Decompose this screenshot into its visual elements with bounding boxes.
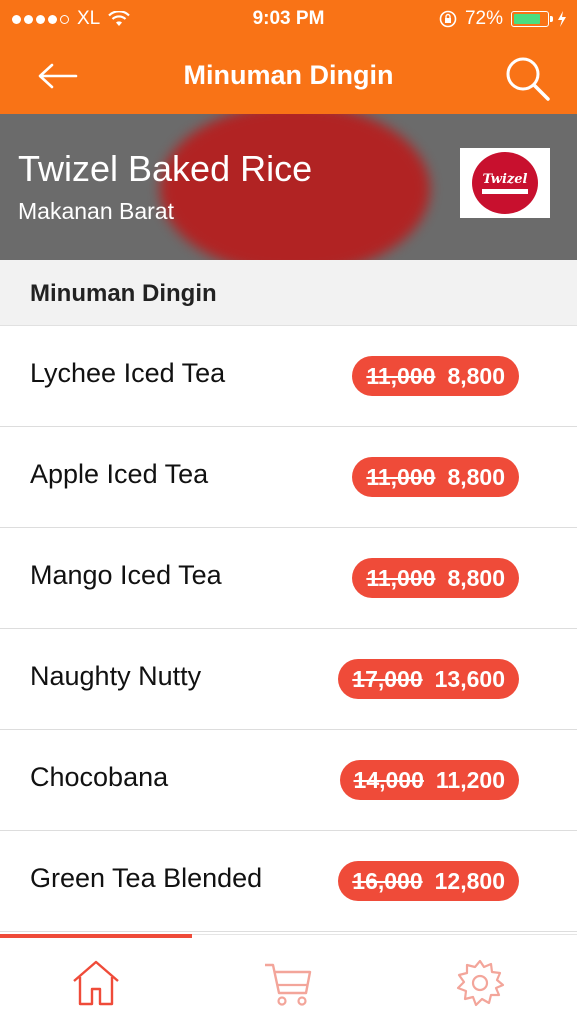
old-price: 16,000 [352, 867, 423, 894]
battery-icon [511, 11, 553, 27]
top-bar: XL 9:03 PM 72% Minuman Dingin [0, 0, 577, 114]
battery-group: 72% [439, 8, 567, 30]
search-icon[interactable] [503, 54, 551, 102]
price-badge: 14,000 11,200 [339, 760, 519, 800]
price-badge: 11,000 8,800 [352, 457, 519, 497]
item-name: Apple Iced Tea [30, 459, 209, 489]
menu-item[interactable]: Mango Iced Tea 11,000 8,800 [0, 528, 577, 629]
menu-item[interactable]: Lychee Iced Tea 11,000 8,800 [0, 326, 577, 427]
item-name: Mango Iced Tea [30, 560, 222, 590]
price-badge: 11,000 8,800 [352, 558, 519, 598]
new-price: 12,800 [434, 867, 505, 894]
restaurant-logo: Twizel [460, 148, 550, 218]
old-price: 11,000 [366, 463, 436, 490]
restaurant-name: Twizel Baked Rice [18, 148, 313, 189]
item-name: Green Tea Blended [30, 863, 263, 893]
charging-bolt-icon [558, 11, 566, 27]
page-title: Minuman Dingin [183, 60, 394, 90]
menu-item[interactable]: Apple Iced Tea 11,000 8,800 [0, 427, 577, 528]
logo-circle: Twizel [472, 152, 538, 214]
home-icon[interactable] [70, 957, 122, 1009]
price-badge: 17,000 13,600 [338, 659, 519, 699]
cart-icon[interactable] [262, 957, 314, 1009]
battery-percent: 72% [464, 8, 503, 29]
section-title: Minuman Dingin [30, 280, 217, 307]
new-price: 8,800 [447, 362, 505, 389]
logo-ribbon [482, 189, 528, 194]
menu-item[interactable]: Naughty Nutty 17,000 13,600 [0, 629, 577, 730]
item-name: Chocobana [30, 762, 169, 792]
menu-item[interactable]: Green Tea Blended 16,000 12,800 [0, 831, 577, 932]
gear-icon[interactable] [454, 957, 506, 1009]
old-price: 17,000 [352, 665, 423, 692]
price-badge: 11,000 8,800 [352, 356, 519, 396]
item-name: Naughty Nutty [30, 661, 202, 691]
old-price: 11,000 [366, 362, 436, 389]
logo-text: Twizel [482, 172, 528, 187]
old-price: 14,000 [353, 766, 424, 793]
new-price: 11,200 [435, 766, 505, 793]
menu-list: Lychee Iced Tea 11,000 8,800 Apple Iced … [0, 326, 577, 932]
price-badge: 16,000 12,800 [338, 861, 519, 901]
new-price: 8,800 [447, 463, 505, 490]
rotation-lock-icon [439, 10, 457, 28]
navigation-bar: Minuman Dingin [0, 38, 577, 114]
restaurant-banner: Twizel Baked Rice Makanan Barat Twizel [0, 114, 577, 260]
tab-bar [0, 934, 577, 1024]
item-name: Lychee Iced Tea [30, 358, 226, 388]
old-price: 11,000 [366, 564, 436, 591]
new-price: 13,600 [434, 665, 505, 692]
new-price: 8,800 [447, 564, 505, 591]
section-header: Minuman Dingin [0, 260, 577, 326]
restaurant-category: Makanan Barat [18, 198, 174, 224]
active-tab-indicator [0, 934, 192, 938]
status-bar: XL 9:03 PM 72% [0, 0, 577, 38]
menu-item[interactable]: Chocobana 14,000 11,200 [0, 730, 577, 831]
